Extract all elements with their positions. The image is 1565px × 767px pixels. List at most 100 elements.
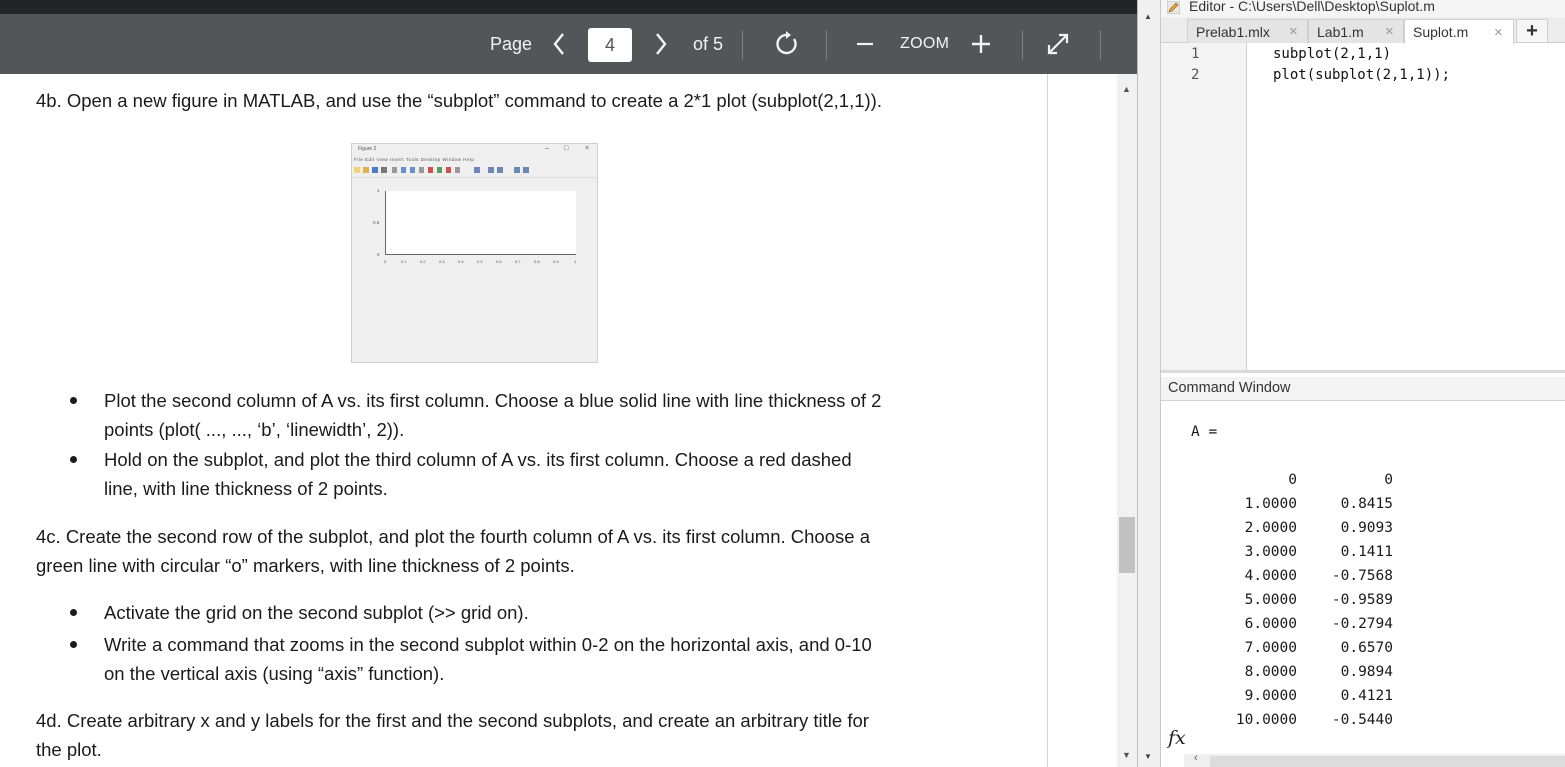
figure-axes — [385, 191, 576, 255]
line-number: 1 — [1191, 46, 1200, 62]
pane-divider[interactable]: ▲ ▼ — [1137, 0, 1161, 767]
figure-toolbar-divider — [352, 177, 597, 178]
scrollbar-thumb[interactable] — [1119, 517, 1135, 573]
maximize-icon: □ — [564, 145, 569, 152]
y-tick-label: 0.5 — [373, 220, 380, 225]
editor-title: Editor - C:\Users\Dell\Desktop\Suplot.m — [1189, 0, 1435, 14]
section-4d-text: 4d. Create arbitrary x and y labels for … — [36, 710, 869, 731]
matrix-cell: 5.0000 — [1244, 592, 1297, 608]
prev-page-button[interactable] — [548, 14, 570, 74]
line-number: 2 — [1191, 67, 1200, 83]
close-icon[interactable]: × — [1289, 23, 1298, 40]
figure-title: Figure 2 — [358, 146, 377, 152]
tab-prelab1[interactable]: Prelab1.mlx × — [1187, 19, 1308, 43]
command-window[interactable]: Command Window A = 0 0 1.0000 0.8415 2.0… — [1161, 377, 1565, 767]
editor-tab-bar: Prelab1.mlx × Lab1.m × Suplot.m × + — [1161, 17, 1565, 44]
bullet-text: line, with line thickness of 2 points. — [104, 478, 388, 499]
pdf-viewer: Page of 5 ZOOM 4b. Open a new figure in … — [0, 0, 1137, 767]
command-window-header: Command Window — [1161, 377, 1565, 401]
tab-label: Suplot.m — [1413, 24, 1469, 40]
x-tick-label: 0.8 — [534, 259, 540, 264]
scroll-down-icon[interactable]: ▼ — [1122, 750, 1131, 760]
bullet-icon — [70, 641, 77, 648]
matrix-cell: 9.0000 — [1244, 688, 1297, 704]
scrollbar-thumb[interactable] — [1210, 756, 1565, 767]
toolbar-divider — [1022, 30, 1023, 60]
matrix-cell: 4.0000 — [1244, 568, 1297, 584]
bullet-icon — [70, 456, 77, 463]
matrix-cell: -0.5440 — [1331, 712, 1393, 728]
plus-icon — [972, 35, 990, 53]
matrix-cell: 0.6570 — [1340, 640, 1393, 656]
section-4b-text: 4b. Open a new figure in MATLAB, and use… — [36, 90, 882, 111]
zoom-out-button[interactable] — [852, 14, 878, 74]
fullscreen-button[interactable] — [1044, 14, 1072, 74]
pdf-scrollbar[interactable]: ▲ ▼ — [1117, 74, 1137, 767]
y-tick-label: 1 — [377, 188, 380, 193]
close-icon[interactable]: × — [1494, 24, 1503, 41]
window-top-strip — [0, 0, 1137, 14]
pencil-icon — [1167, 1, 1180, 14]
figure-menu: File Edit View Insert Tools Desktop Wind… — [354, 157, 475, 162]
fx-icon[interactable]: fx — [1168, 727, 1186, 749]
section-4c-text: green line with circular “o” markers, wi… — [36, 555, 575, 576]
matrix-cell: 0.4121 — [1340, 688, 1393, 704]
scroll-down-icon[interactable]: ▼ — [1144, 752, 1152, 761]
page-number-input[interactable] — [588, 28, 632, 62]
matrix-cell: -0.7568 — [1331, 568, 1393, 584]
matlab-figure-thumbnail: Figure 2 – □ × File Edit View Insert Too… — [351, 143, 598, 363]
matrix-cell: 10.0000 — [1235, 712, 1297, 728]
figure-toolbar-icons — [354, 167, 529, 173]
page-count: of 5 — [693, 33, 724, 54]
matrix-cell: 1.0000 — [1244, 496, 1297, 512]
matrix-cell: 0 — [1288, 472, 1297, 488]
bullet-text: Plot the second column of A vs. its firs… — [104, 390, 882, 411]
matrix-cell: 6.0000 — [1244, 616, 1297, 632]
bullet-text: Hold on the subplot, and plot the third … — [104, 449, 852, 470]
x-tick-label: 0.5 — [477, 259, 483, 264]
toolbar-divider — [1100, 30, 1101, 60]
close-icon[interactable]: × — [1385, 23, 1394, 40]
scroll-up-icon[interactable]: ▲ — [1122, 84, 1131, 94]
x-tick-label: 0.9 — [553, 259, 559, 264]
chevron-right-icon — [656, 33, 667, 55]
minimize-icon: – — [545, 145, 549, 152]
code-line[interactable]: subplot(2,1,1) — [1273, 46, 1391, 62]
command-window-title: Command Window — [1168, 380, 1291, 396]
toolbar-divider — [742, 30, 743, 60]
minus-icon — [857, 42, 873, 46]
x-tick-label: 0.7 — [515, 259, 521, 264]
page-label: Page — [490, 33, 533, 54]
x-tick-label: 0.1 — [401, 259, 407, 264]
matlab-editor: Editor - C:\Users\Dell\Desktop\Suplot.m … — [1161, 0, 1565, 373]
add-tab-button[interactable]: + — [1516, 19, 1548, 43]
tab-lab1[interactable]: Lab1.m × — [1308, 19, 1404, 43]
tab-label: Lab1.m — [1317, 23, 1364, 40]
matrix-cell: 0.9093 — [1340, 520, 1393, 536]
editor-title-bar: Editor - C:\Users\Dell\Desktop\Suplot.m — [1161, 0, 1565, 17]
matrix-cell: 0.9894 — [1340, 664, 1393, 680]
bullet-icon — [70, 609, 77, 616]
toolbar-divider — [826, 30, 827, 60]
x-tick-label: 0.2 — [420, 259, 426, 264]
zoom-in-button[interactable] — [968, 14, 994, 74]
line-number-gutter: 1 2 — [1161, 43, 1247, 373]
matrix-cell: 7.0000 — [1244, 640, 1297, 656]
matrix-cell: 8.0000 — [1244, 664, 1297, 680]
next-page-button[interactable] — [650, 14, 672, 74]
bullet-icon — [70, 397, 77, 404]
matrix-cell: 2.0000 — [1244, 520, 1297, 536]
command-window-hscrollbar[interactable]: ‹ — [1184, 752, 1565, 767]
editor-bottom-edge — [1161, 370, 1565, 373]
section-4d-text: the plot. — [36, 739, 102, 760]
rotate-icon — [776, 31, 797, 55]
scroll-left-icon[interactable]: ‹ — [1194, 752, 1198, 764]
x-tick-label: 0.4 — [458, 259, 464, 264]
matrix-cell: 0.1411 — [1340, 544, 1393, 560]
rotate-button[interactable] — [773, 14, 801, 74]
code-line[interactable]: plot(subplot(2,1,1)); — [1273, 67, 1450, 83]
scroll-up-icon[interactable]: ▲ — [1144, 12, 1152, 21]
tab-suplot[interactable]: Suplot.m × — [1404, 19, 1514, 44]
matrix-cell: -0.2794 — [1331, 616, 1393, 632]
matrix-cell: 0 — [1384, 472, 1393, 488]
